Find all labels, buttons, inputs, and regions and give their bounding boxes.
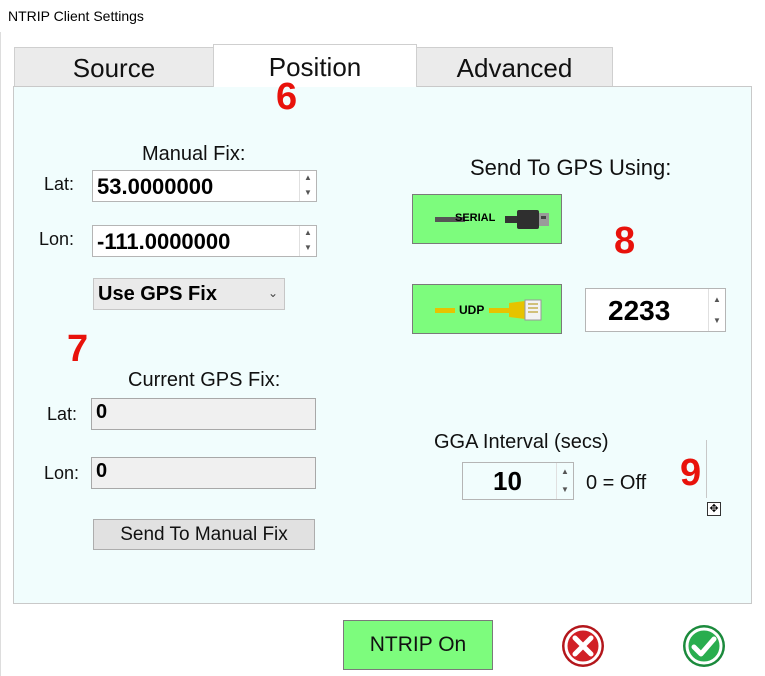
serial-button[interactable]: SERIAL xyxy=(412,194,562,244)
manual-lon-input[interactable]: -111.0000000 ▲ ▼ xyxy=(92,225,317,257)
ok-button[interactable] xyxy=(681,623,727,669)
spin-down-icon[interactable]: ▼ xyxy=(709,310,725,331)
udp-port-input[interactable]: 2233 ▲ ▼ xyxy=(585,288,726,332)
chevron-down-icon: ⌄ xyxy=(267,286,278,300)
udp-button[interactable]: UDP xyxy=(412,284,562,334)
annotation-6: 6 xyxy=(276,76,298,118)
gga-interval-input[interactable]: 10 ▲ ▼ xyxy=(462,462,574,500)
current-lon-value: 0 xyxy=(96,460,108,482)
udp-port-spinner[interactable]: ▲ ▼ xyxy=(708,289,725,331)
current-lat-label: Lat: xyxy=(47,404,78,424)
annotation-7: 7 xyxy=(67,328,89,370)
cancel-button[interactable] xyxy=(560,623,606,669)
send-to-manual-fix-button[interactable]: Send To Manual Fix xyxy=(93,519,315,550)
current-lat-field: 0 xyxy=(91,398,316,430)
divider xyxy=(706,440,707,498)
annotation-9: 9 xyxy=(680,452,702,494)
current-lat-value: 0 xyxy=(96,401,108,423)
manual-lon-spinner[interactable]: ▲ ▼ xyxy=(299,226,316,256)
fix-mode-dropdown[interactable]: Use GPS Fix ⌄ xyxy=(93,278,285,310)
udp-label: UDP xyxy=(459,303,485,317)
tab-source[interactable]: Source xyxy=(14,47,214,87)
current-lon-field: 0 xyxy=(91,457,316,489)
close-icon xyxy=(562,625,604,667)
spin-down-icon[interactable]: ▼ xyxy=(557,481,573,499)
checkmark-icon xyxy=(683,625,725,667)
gga-interval-heading: GGA Interval (secs) xyxy=(434,431,609,453)
spin-up-icon[interactable]: ▲ xyxy=(300,171,316,186)
manual-lat-value: 53.0000000 xyxy=(97,174,214,199)
ethernet-cable-icon xyxy=(435,299,542,321)
annotation-8: 8 xyxy=(614,220,636,262)
spin-up-icon[interactable]: ▲ xyxy=(300,226,316,241)
spin-down-icon[interactable]: ▼ xyxy=(300,186,316,201)
spin-up-icon[interactable]: ▲ xyxy=(709,289,725,310)
current-lon-label: Lon: xyxy=(44,463,80,483)
manual-lon-label: Lon: xyxy=(39,229,75,249)
tab-advanced[interactable]: Advanced xyxy=(416,47,613,87)
manual-lat-input[interactable]: 53.0000000 ▲ ▼ xyxy=(92,170,317,202)
window-title: NTRIP Client Settings xyxy=(8,8,144,24)
fix-mode-value: Use GPS Fix xyxy=(98,283,217,305)
current-fix-heading: Current GPS Fix: xyxy=(128,369,281,391)
spin-up-icon[interactable]: ▲ xyxy=(557,463,573,481)
gga-off-note: 0 = Off xyxy=(586,472,647,494)
manual-lat-spinner[interactable]: ▲ ▼ xyxy=(299,171,316,201)
spin-down-icon[interactable]: ▼ xyxy=(300,241,316,256)
manual-fix-heading: Manual Fix: xyxy=(142,143,246,165)
send-to-gps-heading: Send To GPS Using: xyxy=(470,155,672,180)
ntrip-on-button[interactable]: NTRIP On xyxy=(343,620,493,670)
gga-interval-value: 10 xyxy=(493,466,522,496)
tab-position[interactable]: Position xyxy=(213,44,417,87)
udp-port-value: 2233 xyxy=(608,295,671,326)
gga-interval-spinner[interactable]: ▲ ▼ xyxy=(556,463,573,499)
manual-lon-value: -111.0000000 xyxy=(97,229,231,254)
serial-label: SERIAL xyxy=(455,212,496,224)
manual-lat-label: Lat: xyxy=(44,174,75,194)
move-handle-icon[interactable]: ✥ xyxy=(707,502,721,516)
